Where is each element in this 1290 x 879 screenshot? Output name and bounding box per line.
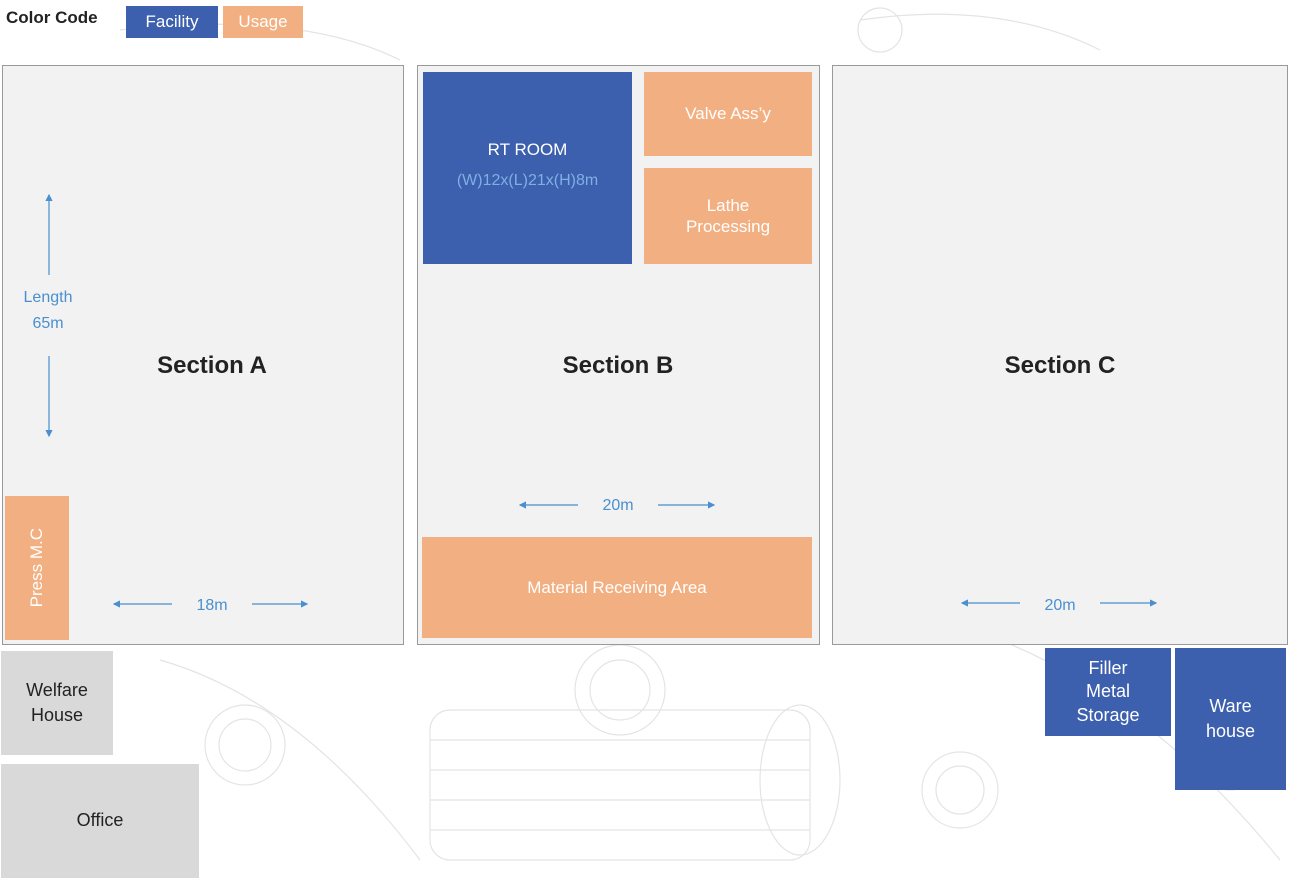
section-c-title: Section C [1004,352,1116,379]
welfare-house: Welfare House [1,651,113,755]
valve-assembly: Valve Ass’y [644,72,812,156]
filler-line2: Metal [1085,681,1130,702]
section-a-title: Section A [157,352,267,379]
warehouse: Ware house [1175,648,1286,790]
section-b-width: 20m [602,497,634,514]
office: Office [1,764,199,878]
welfare-house-line2: House [30,705,84,725]
press-mc-label: Press M.C [27,528,47,608]
warehouse-line1: Ware [1209,695,1252,716]
legend-facility: Facility [126,6,218,38]
section-a-width: 18m [196,597,228,614]
welfare-house-line1: Welfare [26,679,88,700]
section-c-width: 20m [1044,597,1076,614]
filler-line3: Storage [1076,704,1140,725]
lathe-processing-line2: Processing [685,217,771,236]
filler-line1: Filler [1088,657,1128,678]
rt-room-label: RT ROOM [487,140,568,160]
legend-usage: Usage [223,6,303,38]
section-a-length-label: Length [23,289,73,306]
section-a-length-value: 65m [32,315,64,332]
press-mc: Press M.C [5,496,69,640]
legend-title: Color Code [6,8,98,27]
lathe-processing-line1: Lathe [706,195,750,215]
lathe-processing: Lathe Processing [644,168,812,264]
rt-room-dimensions: (W)12x(L)21x(H)8m [456,172,599,189]
warehouse-line2: house [1205,721,1256,741]
material-receiving-area: Material Receiving Area [422,537,812,638]
section-b-title: Section B [562,352,674,379]
filler-metal-storage: Filler Metal Storage [1045,648,1171,736]
rt-room: RT ROOM (W)12x(L)21x(H)8m [423,72,632,264]
